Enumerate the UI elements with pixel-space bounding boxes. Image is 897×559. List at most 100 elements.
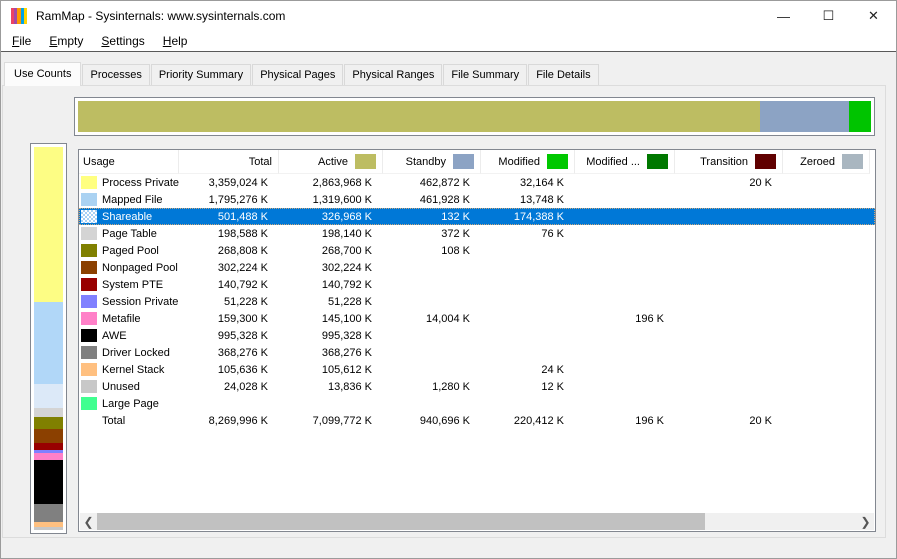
column-header-label: Total (249, 156, 272, 168)
total-cell: 368,276 K (179, 347, 279, 359)
active-cell: 326,968 K (279, 211, 383, 223)
table-row-mapped-file[interactable]: Mapped File1,795,276 K1,319,600 K461,928… (79, 191, 875, 208)
scrollbar-thumb[interactable] (97, 513, 705, 530)
menu-item-empty[interactable]: Empty (40, 32, 92, 50)
table-row-shareable[interactable]: Shareable501,488 K326,968 K132 K174,388 … (79, 208, 875, 225)
usage-color-swatch (81, 312, 97, 325)
column-header-standby[interactable]: Standby (383, 150, 481, 174)
column-header-label: Modified (498, 156, 540, 168)
usage-color-swatch (81, 363, 97, 376)
menu-item-settings[interactable]: Settings (92, 32, 153, 50)
usage-color-swatch (81, 210, 97, 223)
table-row-session-private[interactable]: Session Private51,228 K51,228 K (79, 293, 875, 310)
modified-cell: 13,748 K (481, 194, 575, 206)
breakdown-segment-shareable (34, 384, 63, 407)
breakdown-segment-mapped-file (34, 302, 63, 384)
modified-cell: 12 K (481, 381, 575, 393)
table-row-awe[interactable]: AWE995,328 K995,328 K (79, 327, 875, 344)
usage-label: Driver Locked (102, 347, 170, 359)
usage-label: AWE (102, 330, 127, 342)
horizontal-scrollbar[interactable]: ❮ ❯ (80, 513, 874, 530)
usage-label: Metafile (102, 313, 141, 325)
usage-label: Mapped File (102, 194, 163, 206)
total-cell: 8,269,996 K (179, 415, 279, 427)
menu-item-help[interactable]: Help (154, 32, 197, 50)
usage-label: Paged Pool (102, 245, 159, 257)
minimize-button[interactable]: — (761, 1, 806, 31)
tab-physical-pages[interactable]: Physical Pages (252, 64, 343, 85)
table-row-nonpaged-pool[interactable]: Nonpaged Pool302,224 K302,224 K (79, 259, 875, 276)
standby-cell: 461,928 K (383, 194, 481, 206)
modified-color-swatch (547, 154, 568, 169)
usage-color-swatch (81, 176, 97, 189)
column-header-modified_no_write[interactable]: Modified ... (575, 150, 675, 174)
summary-segment-modified (849, 101, 871, 132)
table-row-total[interactable]: Total8,269,996 K7,099,772 K940,696 K220,… (79, 412, 875, 429)
tab-priority-summary[interactable]: Priority Summary (151, 64, 251, 85)
standby-cell: 1,280 K (383, 381, 481, 393)
summary-segment-standby (760, 101, 849, 132)
window-controls: — ☐ ✕ (761, 1, 896, 31)
table-body: Process Private3,359,024 K2,863,968 K462… (79, 174, 875, 513)
column-header-label: Active (318, 156, 348, 168)
tab-use-counts[interactable]: Use Counts (4, 62, 81, 86)
usage-cell: Nonpaged Pool (79, 261, 179, 274)
memory-summary-bar-frame (74, 97, 875, 136)
standby-cell: 132 K (383, 211, 481, 223)
table-row-unused[interactable]: Unused24,028 K13,836 K1,280 K12 K (79, 378, 875, 395)
modified-cell: 76 K (481, 228, 575, 240)
menu-item-file[interactable]: File (3, 32, 40, 50)
active-cell: 51,228 K (279, 296, 383, 308)
maximize-button[interactable]: ☐ (806, 1, 851, 31)
total-cell: 302,224 K (179, 262, 279, 274)
standby-color-swatch (453, 154, 474, 169)
title-bar[interactable]: RamMap - Sysinternals: www.sysinternals.… (1, 1, 896, 31)
standby-cell: 940,696 K (383, 415, 481, 427)
column-header-usage[interactable]: Usage (79, 150, 179, 174)
tab-processes[interactable]: Processes (82, 64, 149, 85)
table-row-process-private[interactable]: Process Private3,359,024 K2,863,968 K462… (79, 174, 875, 191)
zeroed-color-swatch (842, 154, 863, 169)
column-header-transition[interactable]: Transition (675, 150, 783, 174)
usage-label: Process Private (102, 177, 179, 189)
total-cell: 995,328 K (179, 330, 279, 342)
column-header-modified[interactable]: Modified (481, 150, 575, 174)
scroll-right-arrow-icon[interactable]: ❯ (857, 513, 874, 530)
table-row-page-table[interactable]: Page Table198,588 K198,140 K372 K76 K (79, 225, 875, 242)
usage-cell: Shareable (79, 210, 179, 223)
transition-color-swatch (755, 154, 776, 169)
close-button[interactable]: ✕ (851, 1, 896, 31)
usage-breakdown-bar (34, 147, 63, 530)
usage-cell: Session Private (79, 295, 179, 308)
scroll-left-arrow-icon[interactable]: ❮ (80, 513, 97, 530)
transition-cell: 20 K (675, 415, 783, 427)
table-row-system-pte[interactable]: System PTE140,792 K140,792 K (79, 276, 875, 293)
window-title: RamMap - Sysinternals: www.sysinternals.… (36, 9, 285, 23)
tab-physical-ranges[interactable]: Physical Ranges (344, 64, 442, 85)
usage-label: Total (102, 415, 125, 427)
usage-cell: Unused (79, 380, 179, 393)
active-cell: 145,100 K (279, 313, 383, 325)
transition-cell: 20 K (675, 177, 783, 189)
table-row-driver-locked[interactable]: Driver Locked368,276 K368,276 K (79, 344, 875, 361)
usage-label: Shareable (102, 211, 152, 223)
table-row-metafile[interactable]: Metafile159,300 K145,100 K14,004 K196 K (79, 310, 875, 327)
column-header-total[interactable]: Total (179, 150, 279, 174)
tab-file-summary[interactable]: File Summary (443, 64, 527, 85)
usage-cell: Large Page (79, 397, 179, 410)
tab-file-details[interactable]: File Details (528, 64, 598, 85)
total-cell: 140,792 K (179, 279, 279, 291)
use-counts-table: Usage Total Active Standby Modified Modified … (78, 149, 876, 532)
standby-cell: 14,004 K (383, 313, 481, 325)
table-row-kernel-stack[interactable]: Kernel Stack105,636 K105,612 K24 K (79, 361, 875, 378)
active-cell: 7,099,772 K (279, 415, 383, 427)
column-header-label: Modified ... (586, 156, 640, 168)
table-row-large-page[interactable]: Large Page (79, 395, 875, 412)
table-row-paged-pool[interactable]: Paged Pool268,808 K268,700 K108 K (79, 242, 875, 259)
usage-color-swatch (81, 244, 97, 257)
scrollbar-track[interactable] (97, 513, 857, 530)
breakdown-segment-unused (34, 527, 63, 530)
breakdown-segment-metafile (34, 453, 63, 461)
column-header-zeroed[interactable]: Zeroed (783, 150, 870, 174)
column-header-active[interactable]: Active (279, 150, 383, 174)
